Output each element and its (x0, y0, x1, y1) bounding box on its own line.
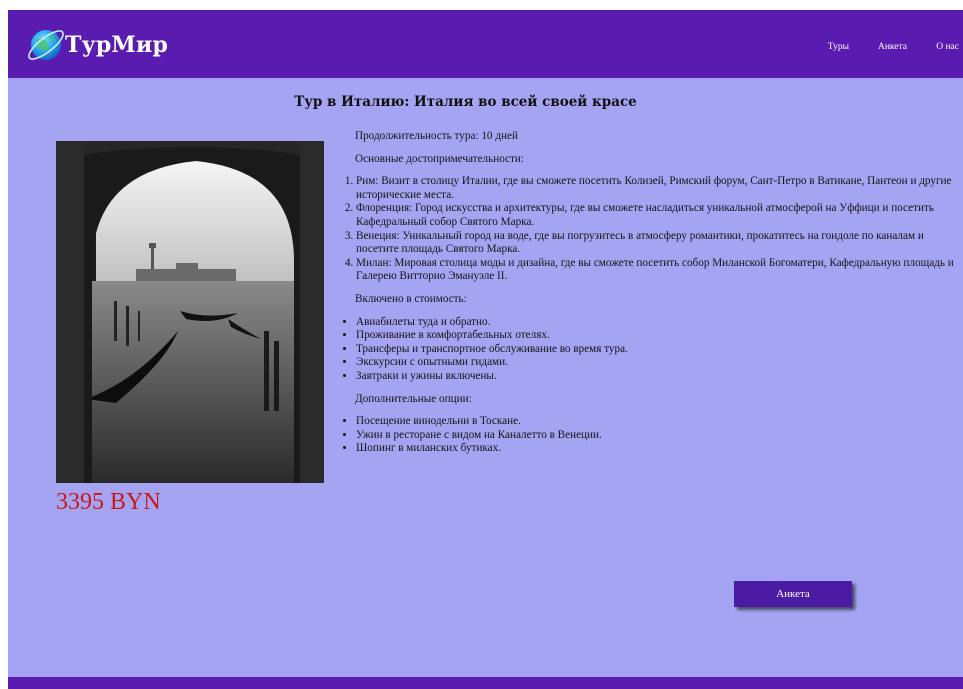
included-list: Авиабилеты туда и обратно. Проживание в … (338, 316, 958, 384)
list-item: Проживание в комфортабельных отелях. (356, 329, 958, 343)
site-header: ТурМир Туры Анкета О нас (8, 10, 963, 78)
list-item: Посещение винодельни в Тоскане. (356, 415, 958, 429)
options-list: Посещение винодельни в Тоскане. Ужин в р… (338, 415, 958, 456)
included-heading: Включено в стоимость: (355, 292, 467, 305)
list-item: Ужин в ресторане с видом на Каналетто в … (356, 429, 958, 443)
attractions-heading: Основные достопримечательности: (355, 152, 525, 165)
nav-link-about[interactable]: О нас (936, 42, 959, 52)
form-button[interactable]: Анкета (734, 581, 852, 607)
nav-link-form[interactable]: Анкета (878, 42, 907, 52)
tour-photo-venice (56, 141, 324, 483)
page-frame: ТурМир Туры Анкета О нас Тур в Италию: И… (8, 10, 963, 689)
list-item: Завтраки и ужины включены. (356, 370, 958, 384)
list-item: Авиабилеты туда и обратно. (356, 316, 958, 330)
list-item: Венеция: Уникальный город на воде, где в… (356, 230, 958, 257)
list-item: Флоренция: Город искусства и архитектуры… (356, 202, 958, 229)
brand-name[interactable]: ТурМир (65, 32, 168, 58)
tour-price: 3395 BYN (56, 489, 161, 515)
list-item: Экскурсии с опытными гидами. (356, 356, 958, 370)
list-item: Шопинг в миланских бутиках. (356, 442, 958, 456)
list-item: Рим: Визит в столицу Италии, где вы смож… (356, 175, 958, 202)
nav-link-tours[interactable]: Туры (828, 42, 849, 52)
list-item: Трансферы и транспортное обслуживание во… (356, 343, 958, 357)
footer-bar (8, 677, 963, 689)
tour-description: Продолжительность тура: 10 дней Основные… (338, 130, 958, 456)
tour-duration: Продолжительность тура: 10 дней (355, 130, 518, 142)
attractions-list: Рим: Визит в столицу Италии, где вы смож… (338, 175, 958, 284)
globe-logo-icon[interactable] (24, 22, 68, 66)
options-heading: Дополнительные опции: (355, 392, 472, 405)
tour-title: Тур в Италию: Италия во всей своей красе (294, 94, 637, 110)
list-item: Милан: Мировая столица моды и дизайна, г… (356, 257, 958, 284)
